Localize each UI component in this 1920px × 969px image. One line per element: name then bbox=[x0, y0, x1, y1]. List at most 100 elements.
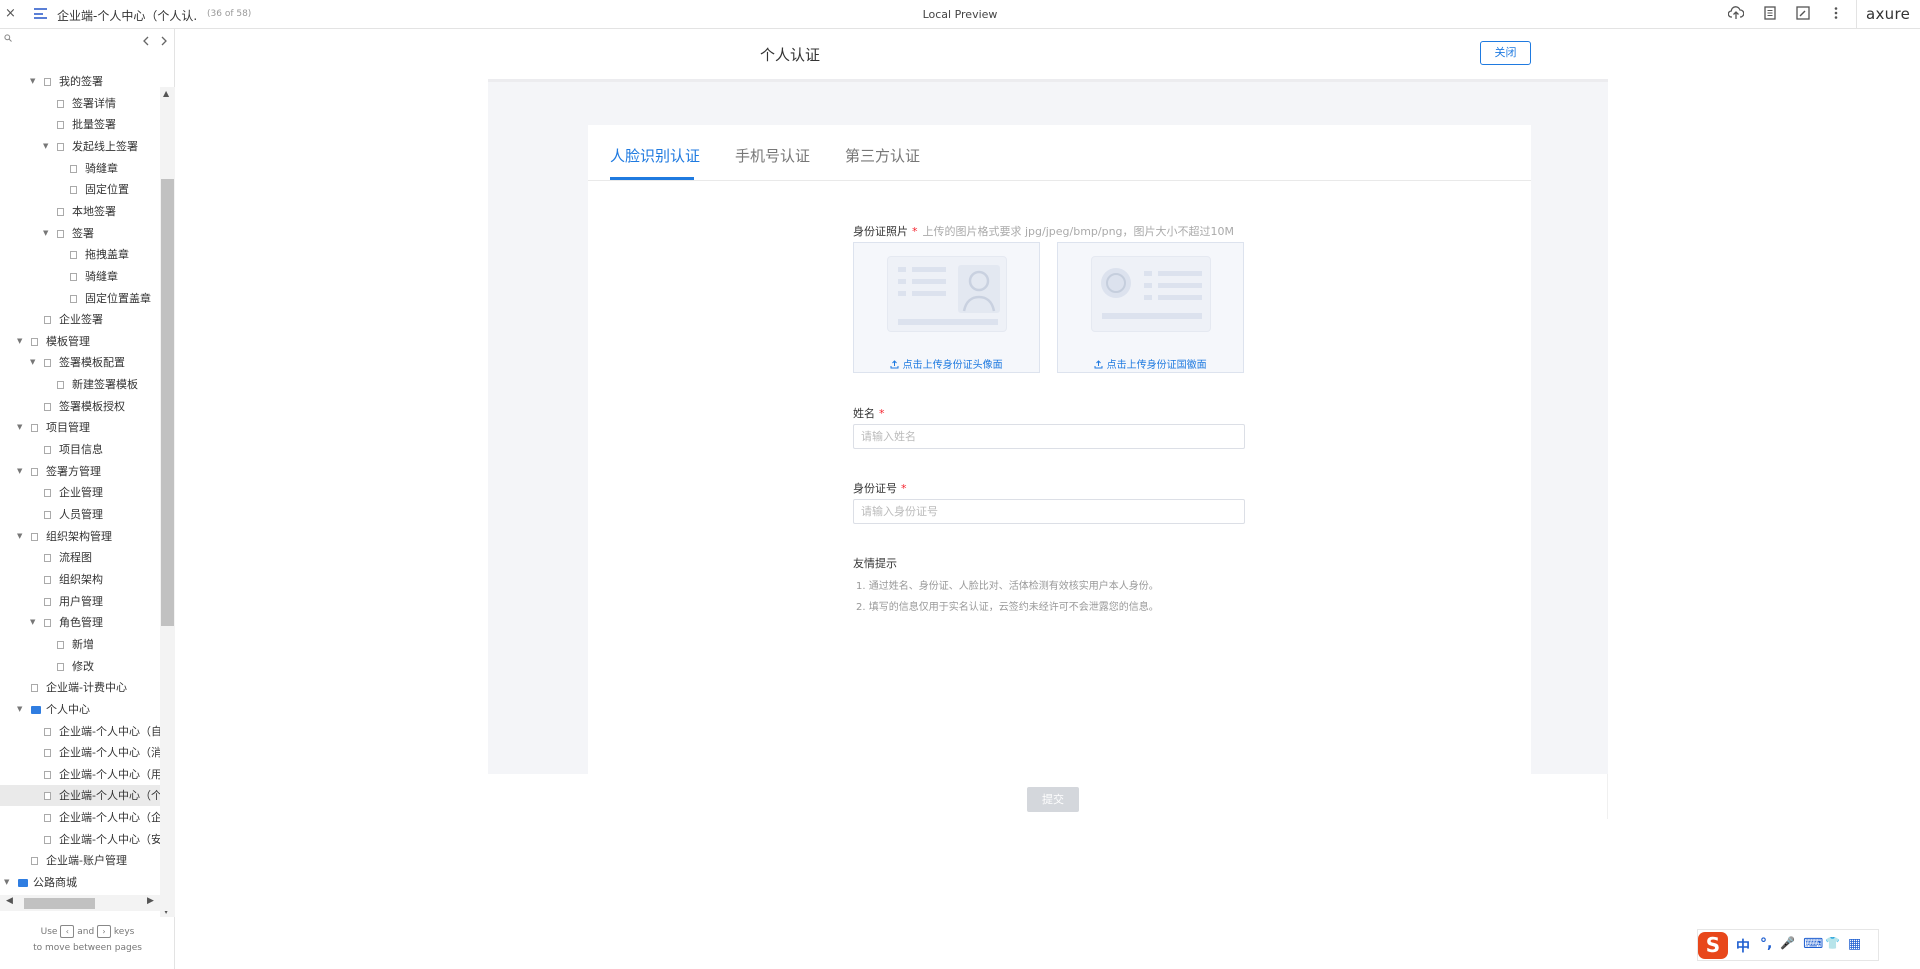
sitemap-page[interactable]: 本地签署 bbox=[0, 201, 160, 222]
sitemap-item-label: 企业签署 bbox=[59, 313, 103, 327]
sitemap-page[interactable]: 用户管理 bbox=[0, 591, 160, 612]
sitemap-page[interactable]: ▼ 签署模板配置 bbox=[0, 352, 160, 373]
page-icon bbox=[31, 467, 38, 476]
sidebar-horizontal-scrollbar[interactable]: ◀ ▶ bbox=[0, 895, 175, 911]
sitemap-page[interactable]: ▼ 签署方管理 bbox=[0, 461, 160, 482]
sitemap-page[interactable]: 企业端-个人中心（自 bbox=[0, 721, 160, 742]
tips-title: 友情提示 bbox=[853, 557, 897, 570]
upload-front-link[interactable]: 点击上传身份证头像面 bbox=[854, 356, 1039, 371]
page-icon bbox=[44, 446, 51, 455]
toolbox-icon[interactable]: ▦ bbox=[1848, 936, 1861, 952]
page-icon bbox=[70, 186, 77, 195]
sitemap-item-label: 用户管理 bbox=[59, 594, 103, 608]
id-number-input[interactable]: 请输入身份证号 bbox=[853, 499, 1245, 524]
sitemap-item-label: 修改 bbox=[72, 659, 94, 673]
sitemap-page[interactable]: 人员管理 bbox=[0, 504, 160, 525]
page-icon bbox=[57, 381, 64, 390]
expand-toggle-icon[interactable]: ▼ bbox=[17, 331, 22, 352]
sitemap-item-label: 项目信息 bbox=[59, 443, 103, 457]
upload-back-link[interactable]: 点击上传身份证国徽面 bbox=[1058, 356, 1243, 371]
expand-toggle-icon[interactable]: ▼ bbox=[43, 223, 48, 244]
sitemap-page[interactable]: ▼ 组织架构管理 bbox=[0, 526, 160, 547]
sitemap-folder[interactable]: ▼ 公路商城 bbox=[0, 872, 160, 893]
expand-toggle-icon[interactable]: ▼ bbox=[43, 136, 48, 157]
expand-toggle-icon[interactable]: ▼ bbox=[30, 352, 35, 373]
chinese-mode-icon[interactable]: 中 bbox=[1736, 936, 1750, 956]
edit-page-icon[interactable] bbox=[1794, 6, 1812, 22]
sitemap-page[interactable]: ▼ 项目管理 bbox=[0, 417, 160, 438]
page-icon bbox=[44, 489, 51, 498]
sitemap-page[interactable]: 签署详情 bbox=[0, 93, 160, 114]
notes-icon[interactable] bbox=[1761, 6, 1779, 22]
previous-page-icon[interactable] bbox=[142, 35, 150, 49]
sitemap-page[interactable]: 企业端-个人中心（用 bbox=[0, 764, 160, 785]
sitemap-page[interactable]: 企业端-计费中心 bbox=[0, 677, 160, 698]
expand-toggle-icon[interactable]: ▼ bbox=[17, 461, 22, 482]
sitemap-page[interactable]: 企业端-个人中心（企 bbox=[0, 807, 160, 828]
keyboard-icon[interactable]: ⌨ bbox=[1803, 936, 1823, 952]
sitemap-item-label: 人员管理 bbox=[59, 508, 103, 521]
sitemap-item-label: 项目管理 bbox=[46, 421, 90, 435]
sitemap-page[interactable]: ▼ 角色管理 bbox=[0, 612, 160, 633]
sidebar-vertical-scrollbar[interactable]: ▲ ▼ bbox=[160, 87, 175, 917]
page-icon bbox=[44, 835, 51, 844]
sitemap-page[interactable]: 企业端-个人中心（安 bbox=[0, 829, 160, 850]
sitemap-page[interactable]: 组织架构 bbox=[0, 569, 160, 590]
sitemap-page[interactable]: ▼ 发起线上签署 bbox=[0, 136, 160, 157]
sitemap-page[interactable]: 新增 bbox=[0, 634, 160, 655]
sitemap-page[interactable]: 企业签署 bbox=[0, 309, 160, 330]
sitemap-page[interactable]: 项目信息 bbox=[0, 439, 160, 460]
search-icon[interactable] bbox=[4, 31, 12, 45]
sitemap-page[interactable]: 企业端-个人中心（消 bbox=[0, 742, 160, 763]
sitemap-page[interactable]: 流程图 bbox=[0, 547, 160, 568]
tab-third-party[interactable]: 第三方认证 bbox=[845, 145, 920, 166]
sitemap-page[interactable]: ▼ 签署 bbox=[0, 223, 160, 244]
sitemap-page[interactable]: 固定位置 bbox=[0, 179, 160, 200]
sitemap-page[interactable]: 骑缝章 bbox=[0, 266, 160, 287]
expand-toggle-icon[interactable]: ▼ bbox=[17, 699, 22, 720]
close-sidebar-icon[interactable]: × bbox=[5, 6, 16, 21]
verification-card: 人脸识别认证 手机号认证 第三方认证 身份证照片 * 上传的图片格式要求 jpg/j… bbox=[588, 125, 1531, 815]
submit-button[interactable]: 提交 bbox=[1027, 787, 1079, 812]
sitemap-item-label: 骑缝章 bbox=[85, 161, 118, 175]
punctuation-icon[interactable]: °, bbox=[1760, 936, 1772, 952]
page-icon bbox=[44, 814, 51, 823]
sitemap-page[interactable]: 骑缝章 bbox=[0, 158, 160, 179]
expand-toggle-icon[interactable]: ▼ bbox=[4, 872, 9, 893]
sitemap-page[interactable]: 签署模板授权 bbox=[0, 396, 160, 417]
expand-toggle-icon[interactable]: ▼ bbox=[17, 526, 22, 547]
id-card-front-illustration bbox=[887, 256, 1007, 332]
sitemap-item-label: 我的签署 bbox=[59, 75, 103, 88]
expand-toggle-icon[interactable]: ▼ bbox=[30, 612, 35, 633]
sitemap-page[interactable]: 新建签署模板 bbox=[0, 374, 160, 395]
close-button[interactable]: 关闭 bbox=[1480, 41, 1531, 65]
expand-toggle-icon[interactable]: ▼ bbox=[30, 73, 35, 92]
sitemap-page[interactable]: 企业端-个人中心（个 bbox=[0, 785, 160, 807]
sitemap-page[interactable]: ▼ 我的签署 bbox=[0, 73, 160, 92]
sitemap-page[interactable]: 拖拽盖章 bbox=[0, 244, 160, 265]
upload-id-back[interactable]: 点击上传身份证国徽面 bbox=[1057, 242, 1244, 373]
page-header: 个人认证 关闭 bbox=[488, 29, 1608, 79]
hamburger-menu-icon[interactable] bbox=[34, 8, 47, 19]
expand-toggle-icon[interactable]: ▼ bbox=[17, 417, 22, 438]
microphone-icon[interactable]: 🎤 bbox=[1780, 936, 1795, 950]
more-options-icon[interactable] bbox=[1827, 6, 1845, 22]
sitemap-page[interactable]: 固定位置盖章 bbox=[0, 288, 160, 309]
sitemap-page[interactable]: ▼ 模板管理 bbox=[0, 331, 160, 352]
tab-face-recognition[interactable]: 人脸识别认证 bbox=[610, 145, 700, 166]
sitemap-page[interactable]: 批量签署 bbox=[0, 114, 160, 135]
sitemap-page[interactable]: 企业端-账户管理 bbox=[0, 850, 160, 871]
sitemap-folder[interactable]: ▼ 个人中心 bbox=[0, 699, 160, 720]
skin-icon[interactable]: 👕 bbox=[1825, 936, 1840, 950]
sitemap-page[interactable]: 企业管理 bbox=[0, 482, 160, 503]
sitemap-item-label: 拖拽盖章 bbox=[85, 248, 129, 262]
sogou-logo-icon[interactable]: S bbox=[1698, 932, 1728, 959]
name-input[interactable]: 请输入姓名 bbox=[853, 424, 1245, 449]
sitemap-item-label: 签署模板授权 bbox=[59, 399, 125, 413]
sitemap-page[interactable]: 修改 bbox=[0, 656, 160, 677]
next-page-icon[interactable] bbox=[160, 35, 168, 49]
tab-phone[interactable]: 手机号认证 bbox=[735, 145, 810, 166]
upload-id-front[interactable]: 点击上传身份证头像面 bbox=[853, 242, 1040, 373]
tip-line-1: 1. 通过姓名、身份证、人脸比对、活体检测有效核实用户本人身份。 bbox=[856, 581, 1159, 592]
cloud-upload-icon[interactable] bbox=[1727, 6, 1745, 22]
